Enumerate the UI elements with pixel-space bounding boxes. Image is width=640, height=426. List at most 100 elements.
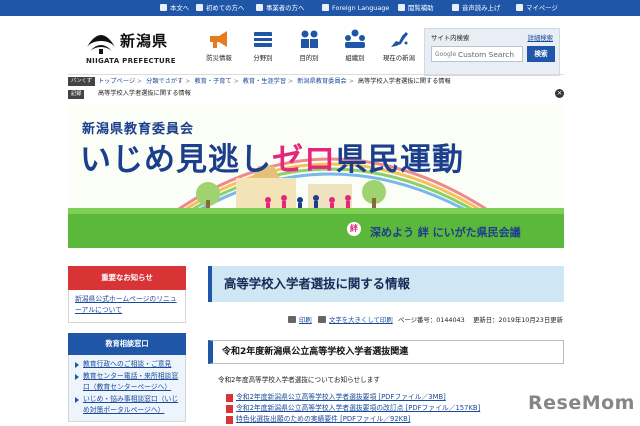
logo-text-en: NIIGATA PREFECTURE (86, 57, 176, 65)
pdf-link[interactable]: 令和2年度新潟県公立高等学校入学者選抜要項の改訂点 [PDFファイル／157KB… (226, 403, 564, 414)
updated-date: 更新日：2019年10月23日更新 (473, 316, 564, 324)
megaphone-icon (210, 31, 227, 48)
print-link[interactable]: 印刷 (299, 316, 312, 324)
nav-by-organization[interactable]: 組織別 (334, 28, 376, 70)
breadcrumb-separator: > (288, 78, 294, 85)
top-utility-bar: 本文へ 初めての方へ 事業者の方へ Foreign Language 閲覧補助 … (0, 0, 640, 16)
nav-by-purpose[interactable]: 目的別 (288, 28, 330, 70)
advanced-search-link[interactable]: 詳細検索 (527, 33, 553, 42)
accessibility-link[interactable]: 閲覧補助 (398, 2, 434, 14)
foreign-language-link[interactable]: Foreign Language (322, 2, 389, 14)
search-button[interactable]: 検索 (527, 46, 555, 62)
breadcrumb-separator: > (233, 78, 239, 85)
consultation-link[interactable]: いじめ・悩み事相談窓口（いじめ対策ポータルページへ） (74, 394, 180, 416)
globe-icon (322, 4, 329, 11)
file-list: 令和2年度新潟県公立高等学校入学者選抜要項 [PDFファイル／3MB] 令和2年… (208, 392, 564, 425)
speaker-icon (452, 4, 459, 11)
page-title: 高等学校入学者選抜に関する情報 (208, 266, 564, 302)
section-heading: 令和2年度新潟県公立高等学校入学者選抜関連 (208, 340, 564, 364)
pdf-icon (226, 405, 233, 413)
pdf-icon (226, 394, 233, 402)
printer-icon (318, 316, 326, 323)
campaign-banner[interactable]: 新潟県教育委員会 いじめ見逃しゼロ県民運動 絆 深めよう 絆 にいがた県民会議 (68, 104, 564, 248)
first-visit-link[interactable]: 初めての方へ (196, 2, 244, 14)
nav-by-field[interactable]: 分野別 (242, 28, 284, 70)
breadcrumb-link[interactable]: 新潟県教育委員会 (297, 78, 347, 85)
resemom-watermark: ReseMom (528, 392, 635, 414)
consultation-header: 教育相談窓口 (68, 333, 186, 355)
print-button[interactable]: 印刷 (288, 314, 312, 326)
breadcrumb-link[interactable]: トップページ (98, 78, 135, 85)
link-label: 音声読み上げ (462, 4, 501, 12)
main-content: 高等学校入学者選抜に関する情報 印刷 文字を大きくして印刷 ページ番号：0144… (208, 266, 564, 425)
breadcrumb-tag: パンくず (68, 77, 96, 86)
breadcrumb-separator: > (137, 78, 143, 85)
close-icon[interactable]: × (555, 89, 564, 98)
nav-label: 分野別 (253, 54, 273, 62)
breadcrumb-link[interactable]: 分類でさがす (146, 78, 183, 85)
page-number: ページ番号：0144043 (398, 316, 465, 324)
site-logo[interactable]: 新潟県 NIIGATA PREFECTURE (84, 27, 176, 69)
nav-disaster-info[interactable]: 防災情報 (198, 28, 240, 70)
kizuna-badge: 絆 (350, 224, 358, 233)
renewal-notice-link[interactable]: 新潟県公式ホームページのリニューアルについて (75, 294, 179, 316)
consultation-link[interactable]: 教育センター電話・来所相談窓口（教育センターページへ） (74, 371, 180, 393)
section-lead: 令和2年度高等学校入学者選抜についてお知らせします (218, 376, 380, 384)
print-large-button[interactable]: 文字を大きくして印刷 (318, 314, 393, 326)
logo-text-ja: 新潟県 (120, 32, 169, 50)
consultation-list: 教育行政へのご相談・ご意見 教育センター電話・来所相談窓口（教育センターページへ… (68, 355, 186, 422)
site-search: サイト内検索 詳細検索 Google Custom Search 検索 (424, 28, 560, 76)
business-link[interactable]: 事業者の方へ (256, 2, 304, 14)
banner-headline-part: いじめ見逃し (80, 142, 272, 178)
link-label: 本文へ (170, 4, 190, 12)
google-label: Google (435, 51, 457, 58)
site-header: 新潟県 NIIGATA PREFECTURE 防災情報 分野別 目的別 組織別 … (0, 16, 640, 76)
page: 本文へ 初めての方へ 事業者の方へ Foreign Language 閲覧補助 … (0, 0, 640, 426)
accessibility-icon (398, 4, 405, 11)
breadcrumb-link[interactable]: 教育・子育て (194, 78, 231, 85)
sidebar: 重要なお知らせ 新潟県公式ホームページのリニューアルについて 教育相談窓口 教育… (68, 266, 186, 422)
pdf-link[interactable]: 特色化選抜出願のための実績要件 [PDFファイル／92KB] (226, 414, 564, 425)
breadcrumb-link[interactable]: 教育・生涯学習 (243, 78, 286, 85)
search-input[interactable]: Google Custom Search (431, 46, 523, 62)
map-icon (391, 32, 408, 47)
pdf-link-label: 令和2年度新潟県公立高等学校入学者選抜要項 [PDFファイル／3MB] (236, 393, 446, 401)
link-label: マイページ (526, 4, 558, 12)
breadcrumb: パンくず トップページ > 分類でさがす > 教育・子育て > 教育・生涯学習 > 新潟… (68, 74, 564, 86)
important-notice-box: 新潟県公式ホームページのリニューアルについて (68, 290, 186, 323)
nav-label: 目的別 (299, 54, 319, 62)
link-label: 初めての方へ (206, 4, 245, 12)
history-tag: 記録 (68, 90, 85, 99)
arrow-down-icon (160, 4, 167, 11)
important-notice-header: 重要なお知らせ (68, 266, 186, 290)
link-label: 事業者の方へ (266, 4, 305, 12)
pdf-link-label: 特色化選抜出願のための実績要件 [PDFファイル／92KB] (236, 415, 411, 423)
print-large-link[interactable]: 文字を大きくして印刷 (329, 316, 393, 324)
people-icon (301, 30, 318, 48)
nav-label: 現在の新潟 (383, 54, 415, 62)
page-tools: 印刷 文字を大きくして印刷 ページ番号：0144043 更新日：2019年10月… (208, 312, 564, 328)
consultation-link[interactable]: 教育行政へのご相談・ご意見 (74, 359, 180, 370)
nav-current-niigata[interactable]: 現在の新潟 (378, 28, 420, 70)
banner-headline-highlight: ゼロ (272, 142, 336, 178)
user-icon (516, 4, 523, 11)
banner-headline: いじめ見逃しゼロ県民運動 (80, 134, 464, 179)
skip-to-content-link[interactable]: 本文へ (160, 2, 189, 14)
banner-footer-text: 深めよう 絆 にいがた県民会議 (370, 226, 521, 239)
history-row: 記録 高等学校入学者選抜に関する情報 × (68, 88, 564, 100)
pdf-link-label: 令和2年度新潟県公立高等学校入学者選抜要項の改訂点 [PDFファイル／157KB… (236, 404, 481, 412)
link-label: 閲覧補助 (408, 4, 434, 12)
breadcrumb-separator: > (348, 78, 354, 85)
nav-label: 組織別 (345, 54, 365, 62)
breadcrumb-current: 高等学校入学者選抜に関する情報 (357, 78, 451, 85)
folder-icon (254, 32, 272, 47)
banner-headline-part: 県民運動 (336, 142, 464, 178)
breadcrumb-trail: トップページ > 分類でさがす > 教育・子育て > 教育・生涯学習 > 新潟県教育委員… (98, 77, 451, 86)
my-page-link[interactable]: マイページ (516, 2, 558, 14)
pdf-link[interactable]: 令和2年度新潟県公立高等学校入学者選抜要項 [PDFファイル／3MB] (226, 392, 564, 403)
building-icon (256, 4, 263, 11)
history-text[interactable]: 高等学校入学者選抜に関する情報 (98, 89, 191, 98)
text-to-speech-link[interactable]: 音声読み上げ (452, 2, 500, 14)
link-label: Foreign Language (332, 4, 390, 12)
niigata-emblem-icon (87, 35, 115, 54)
